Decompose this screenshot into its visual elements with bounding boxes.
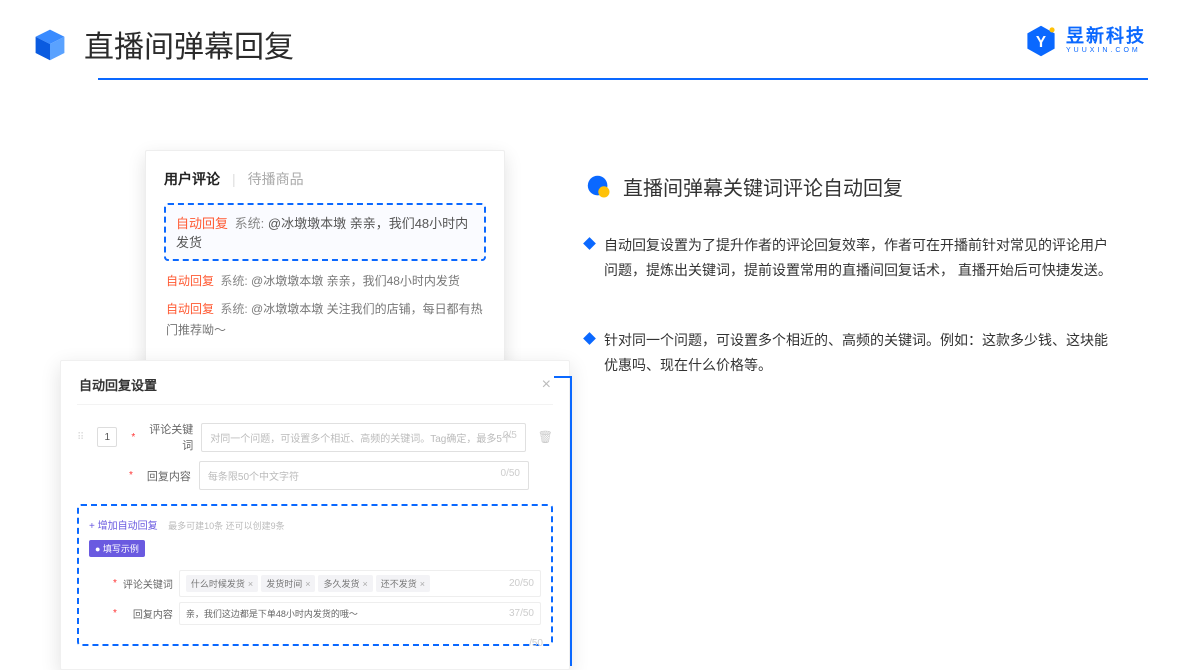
auto-reply-tag: 自动回复 [166, 274, 214, 288]
cube-icon [32, 26, 68, 62]
example-keyword-row: * 评论关键词 什么时候发货× 发货时间× 多久发货× 还不发货× 20/50 [89, 570, 541, 597]
page-title: 直播间弹幕回复 [84, 22, 294, 66]
keyword-row: ⠿ 1 * 评论关键词 对同一个问题，可设置多个相近、高频的关键词。Tag确定，… [77, 421, 553, 453]
comment-row: 自动回复 系统: @冰墩墩本墩 亲亲，我们48小时内发货 [166, 271, 486, 293]
required-star: * [113, 608, 117, 619]
system-tag: 系统: [220, 274, 247, 288]
section-title: 直播间弹幕关键词评论自动回复 [623, 172, 903, 201]
close-icon[interactable]: × [542, 376, 551, 394]
brand-name-cn: 昱新科技 [1066, 27, 1146, 47]
example-reply-row: * 回复内容 亲，我们这边都是下单48小时内发货的哦～ 37/50 [89, 602, 541, 625]
connector-line [570, 376, 572, 666]
chat-bubble-icon [585, 173, 613, 201]
bullet-text: 针对同一个问题，可设置多个相近的、高频的关键词。例如：这款多少钱、这块能优惠吗、… [604, 328, 1115, 377]
highlighted-comment: 自动回复 系统: @冰墩墩本墩 亲亲，我们48小时内发货 [164, 203, 486, 261]
comment-text: @冰墩墩本墩 亲亲，我们48小时内发货 [251, 274, 460, 288]
svg-text:Y: Y [1036, 34, 1046, 51]
example-reply-text: 亲，我们这边都是下单48小时内发货的哦～ [186, 607, 358, 620]
keyword-counter: 0/5 [503, 430, 517, 441]
comment-row: 自动回复 系统: @冰墩墩本墩 关注我们的店铺，每日都有热门推荐呦～ [166, 299, 486, 342]
page-header: 直播间弹幕回复 [0, 0, 1180, 66]
system-tag: 系统: [235, 216, 265, 231]
auto-reply-tag: 自动回复 [166, 302, 214, 316]
bullet-text: 自动回复设置为了提升作者的评论回复效率，作者可在开播前针对常见的评论用户问题，提… [604, 233, 1115, 282]
example-tag: 多久发货× [318, 575, 372, 592]
tab-pending-goods[interactable]: 待播商品 [248, 169, 304, 189]
reply-label: 回复内容 [141, 468, 191, 484]
reply-row: * 回复内容 每条限50个中文字符 0/50 [77, 461, 553, 490]
auto-reply-tag: 自动回复 [176, 216, 228, 231]
example-badge: ● 填写示例 [89, 540, 145, 557]
brand-name-en: YUUXIN.COM [1066, 47, 1146, 55]
rule-number: 1 [97, 427, 117, 447]
brand-hexagon-icon: Y [1024, 24, 1058, 58]
example-keyword-field[interactable]: 什么时候发货× 发货时间× 多久发货× 还不发货× 20/50 [179, 570, 541, 597]
reply-input[interactable]: 每条限50个中文字符 0/50 [199, 461, 529, 490]
required-star: * [113, 578, 117, 589]
reply-counter: 0/50 [501, 468, 520, 479]
example-tag: 什么时候发货× [186, 575, 258, 592]
keyword-input[interactable]: 对同一个问题，可设置多个相近、高频的关键词。Tag确定，最多5个 0/5 [201, 423, 526, 452]
keyword-label: 评论关键词 [143, 421, 193, 453]
add-auto-reply-link[interactable]: + 增加自动回复 [89, 521, 158, 532]
header-divider [98, 78, 1148, 80]
auto-reply-settings-card: 自动回复设置 × ⠿ 1 * 评论关键词 对同一个问题，可设置多个相近、高频的关… [60, 360, 570, 670]
tab-separator: | [232, 171, 236, 187]
settings-title: 自动回复设置 [79, 375, 157, 394]
comments-tabs: 用户评论 | 待播商品 [164, 169, 486, 189]
example-tag: 发货时间× [261, 575, 315, 592]
comments-card: 用户评论 | 待播商品 自动回复 系统: @冰墩墩本墩 亲亲，我们48小时内发货… [145, 150, 505, 375]
description-column: 直播间弹幕关键词评论自动回复 自动回复设置为了提升作者的评论回复效率，作者可在开… [585, 172, 1145, 423]
orphan-counter: /50 [77, 638, 553, 649]
example-tag: 还不发货× [376, 575, 430, 592]
system-tag: 系统: [220, 302, 247, 316]
example-reply-field[interactable]: 亲，我们这边都是下单48小时内发货的哦～ 37/50 [179, 602, 541, 625]
diamond-bullet-icon [583, 237, 596, 250]
example-section: + 增加自动回复 最多可建10条 还可以创建9条 ● 填写示例 * 评论关键词 … [77, 504, 553, 646]
example-keyword-label: 评论关键词 [123, 576, 173, 591]
delete-icon[interactable]: 🗑 [538, 430, 553, 444]
diamond-bullet-icon [583, 332, 596, 345]
brand-logo: Y 昱新科技 YUUXIN.COM [1024, 24, 1146, 58]
bullet-item: 自动回复设置为了提升作者的评论回复效率，作者可在开播前针对常见的评论用户问题，提… [585, 233, 1145, 282]
bullet-item: 针对同一个问题，可设置多个相近的、高频的关键词。例如：这款多少钱、这块能优惠吗、… [585, 328, 1145, 377]
reply-placeholder: 每条限50个中文字符 [208, 472, 299, 483]
example-keyword-counter: 20/50 [509, 578, 534, 589]
drag-handle-icon[interactable]: ⠿ [77, 432, 83, 443]
required-star: * [129, 470, 133, 481]
add-hint: 最多可建10条 还可以创建9条 [168, 521, 285, 531]
tab-user-comments[interactable]: 用户评论 [164, 169, 220, 189]
connector-line [554, 376, 572, 378]
required-star: * [131, 432, 135, 443]
example-reply-label: 回复内容 [123, 606, 173, 621]
keyword-placeholder: 对同一个问题，可设置多个相近、高频的关键词。Tag确定，最多5个 [210, 434, 512, 445]
example-reply-counter: 37/50 [509, 608, 534, 619]
